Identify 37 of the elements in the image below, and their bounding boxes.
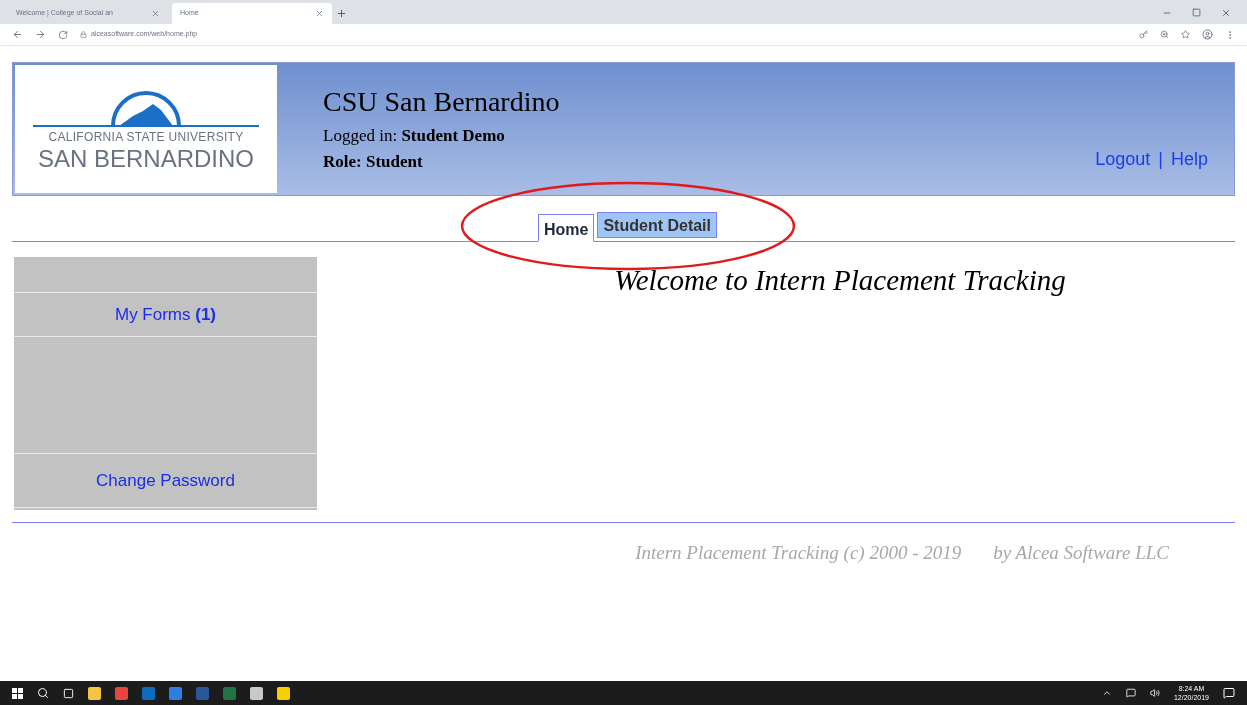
vendor-text: by Alcea Software LLC bbox=[993, 541, 1169, 565]
key-icon[interactable] bbox=[1139, 30, 1148, 39]
back-icon[interactable] bbox=[12, 29, 23, 40]
role-text: Role: Student bbox=[323, 150, 424, 173]
copyright-text: Intern Placement Tracking (c) 2000 - 2019 bbox=[635, 541, 962, 565]
taskbar-app-icon[interactable] bbox=[277, 686, 290, 700]
notification-icon[interactable] bbox=[1223, 687, 1235, 699]
link-separator: | bbox=[1158, 148, 1163, 171]
logo-text: CALIFORNIA STATE UNIVERSITY bbox=[48, 129, 244, 146]
taskbar-app-icon[interactable] bbox=[250, 686, 263, 700]
volume-icon[interactable] bbox=[1149, 688, 1160, 698]
site-title: CSU San Bernardino bbox=[323, 85, 560, 119]
reload-icon[interactable] bbox=[58, 29, 68, 40]
lock-icon bbox=[80, 31, 87, 38]
logout-link[interactable]: Logout bbox=[1095, 146, 1151, 173]
close-icon[interactable] bbox=[1221, 8, 1231, 18]
help-link[interactable]: Help bbox=[1170, 146, 1208, 173]
maximize-icon[interactable] bbox=[1192, 8, 1201, 17]
zoom-icon[interactable] bbox=[1160, 30, 1169, 39]
welcome-heading: Welcome to Intern Placement Tracking bbox=[614, 263, 1066, 298]
search-icon[interactable] bbox=[37, 687, 49, 699]
profile-icon[interactable] bbox=[1202, 29, 1213, 40]
logged-in-text: Logged in: Student Demo bbox=[323, 125, 506, 147]
bookmark-icon[interactable] bbox=[1181, 30, 1190, 39]
close-icon[interactable] bbox=[151, 9, 160, 18]
close-icon[interactable] bbox=[315, 9, 324, 18]
taskbar-app-icon[interactable] bbox=[88, 686, 101, 700]
forward-icon[interactable] bbox=[35, 29, 46, 40]
nav-tab[interactable]: Home bbox=[538, 214, 595, 242]
windows-icon[interactable] bbox=[12, 687, 23, 699]
new-tab-icon[interactable] bbox=[336, 8, 347, 19]
chevron-up-icon[interactable] bbox=[1101, 688, 1112, 698]
nav-tab[interactable]: Student Detail bbox=[597, 212, 717, 238]
sidebar-link[interactable]: Change Password bbox=[96, 467, 235, 494]
logo-text: SAN BERNARDINO bbox=[37, 146, 254, 172]
task-view-icon[interactable] bbox=[63, 687, 74, 699]
sidebar-link[interactable]: My Forms (1) bbox=[114, 301, 217, 328]
